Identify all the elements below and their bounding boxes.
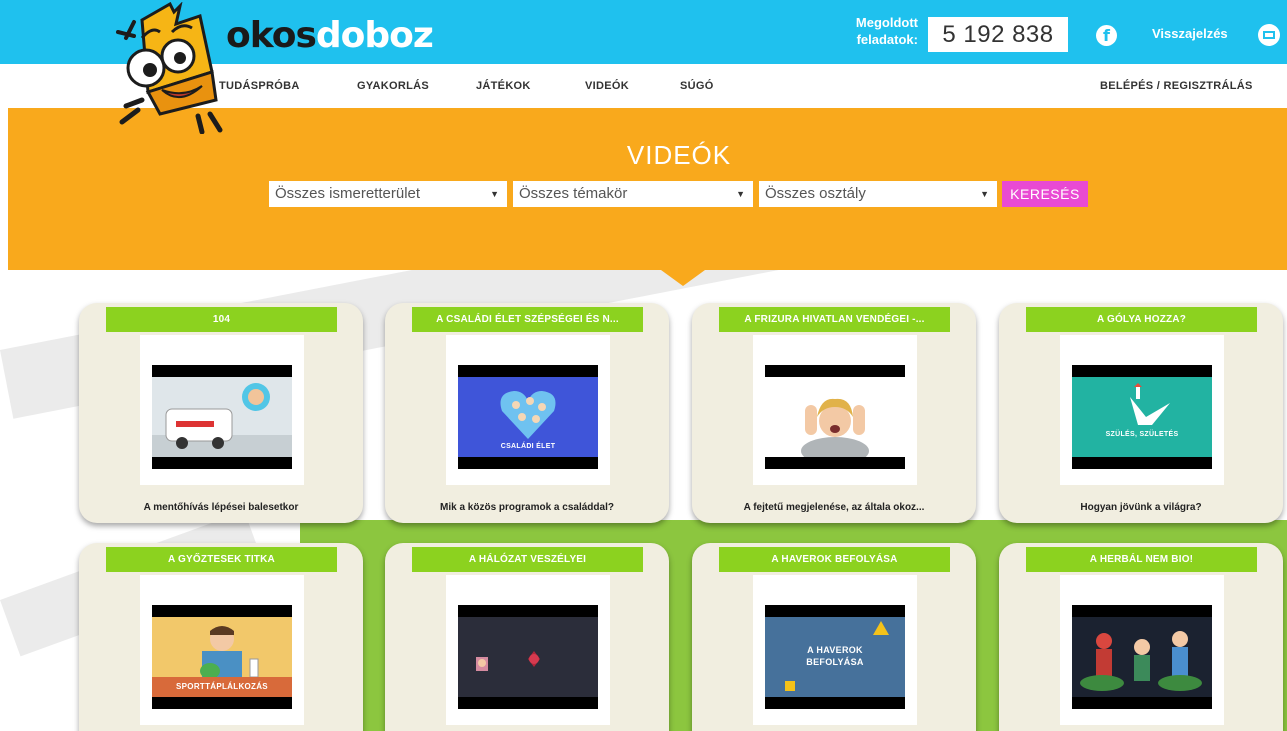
- thumbnail-caption: SZÜLÉS, SZÜLETÉS: [1105, 431, 1179, 438]
- feedback-link[interactable]: Visszajelzés: [1152, 24, 1228, 44]
- thumbnail-caption: SPORTTÁPLÁLKOZÁS: [176, 682, 268, 691]
- nav-item-sugo[interactable]: SÚGÓ: [680, 80, 714, 92]
- video-card-frame: [140, 335, 304, 485]
- mascot-image: [116, 2, 223, 134]
- video-card-title: A HÁLÓZAT VESZÉLYEI: [412, 547, 643, 572]
- video-card[interactable]: A GYŐZTESEK TITKA SPORTTÁPLÁLKOZÁS: [79, 543, 363, 731]
- logo-doboz: doboz: [315, 15, 434, 56]
- solved-label-line2: feladatok:: [856, 32, 918, 47]
- nav-item-jatekok[interactable]: JÁTÉKOK: [476, 80, 531, 92]
- grade-select[interactable]: Összes osztály ▼: [759, 181, 997, 207]
- video-card[interactable]: A HAVEROK BEFOLYÁSA A HAVEROK BEFOLYÁSA: [692, 543, 976, 731]
- video-card-frame: [1060, 575, 1224, 725]
- search-button[interactable]: KERESÉS: [1002, 181, 1088, 207]
- page-title: VIDEÓK: [626, 140, 732, 170]
- chevron-down-icon: ▼: [736, 189, 745, 199]
- video-thumbnail[interactable]: [765, 365, 905, 469]
- thumbnail-caption: CSALÁDI ÉLET: [500, 443, 556, 450]
- video-card-description: Hogyan jövünk a világra?: [1080, 502, 1202, 513]
- video-thumbnail[interactable]: SPORTTÁPLÁLKOZÁS: [152, 605, 292, 709]
- video-card-frame: SZÜLÉS, SZÜLETÉS: [1060, 335, 1224, 485]
- solved-tasks-label: Megoldott feladatok:: [808, 14, 918, 48]
- chevron-down-icon: ▼: [980, 189, 989, 199]
- video-card-frame: A HAVEROK BEFOLYÁSA: [753, 575, 917, 725]
- mail-icon[interactable]: [1258, 24, 1280, 46]
- video-card[interactable]: A HÁLÓZAT VESZÉLYEI: [385, 543, 669, 731]
- video-card-title: A GÓLYA HOZZA?: [1026, 307, 1257, 332]
- video-thumbnail[interactable]: SZÜLÉS, SZÜLETÉS: [1072, 365, 1212, 469]
- solved-tasks-counter: 5 192 838: [928, 17, 1068, 52]
- video-card-frame: [446, 575, 610, 725]
- video-card[interactable]: A HERBÁL NEM BIO!: [999, 543, 1283, 731]
- thumbnail-image: [765, 377, 905, 457]
- subject-area-value: Összes ismeretterület: [275, 185, 421, 202]
- nav-item-tudasproba[interactable]: TUDÁSPRÓBA: [219, 80, 300, 92]
- video-card-frame: CSALÁDI ÉLET: [446, 335, 610, 485]
- video-card-description: A mentőhívás lépései balesetkor: [143, 502, 299, 513]
- topic-select[interactable]: Összes témakör ▼: [513, 181, 753, 207]
- video-card-title: A HERBÁL NEM BIO!: [1026, 547, 1257, 572]
- grade-value: Összes osztály: [765, 185, 866, 202]
- video-thumbnail[interactable]: [1072, 605, 1212, 709]
- thumbnail-caption-line2: BEFOLYÁSA: [806, 657, 864, 667]
- video-card[interactable]: A FRIZURA HIVATLAN VENDÉGEI -... A fejte…: [692, 303, 976, 523]
- video-thumbnail[interactable]: [458, 605, 598, 709]
- video-card-description: Mik a közös programok a családdal?: [440, 502, 614, 513]
- video-card-frame: SPORTTÁPLÁLKOZÁS: [140, 575, 304, 725]
- video-card[interactable]: A GÓLYA HOZZA? SZÜLÉS, SZÜLETÉS Hogyan j…: [999, 303, 1283, 523]
- facebook-icon[interactable]: f: [1096, 25, 1117, 46]
- thumbnail-image: [152, 377, 292, 457]
- solved-label-line1: Megoldott: [855, 15, 918, 30]
- chevron-down-icon: ▼: [490, 189, 499, 199]
- nav-item-gyakorlas[interactable]: GYAKORLÁS: [357, 80, 429, 92]
- video-card-frame: [753, 335, 917, 485]
- subject-area-select[interactable]: Összes ismeretterület ▼: [269, 181, 507, 207]
- video-card-title: 104: [106, 307, 337, 332]
- video-card-title: A HAVEROK BEFOLYÁSA: [719, 547, 950, 572]
- thumbnail-image: [1072, 377, 1212, 457]
- video-card-description: A fejtetű megjelenése, az általa okoz...: [743, 502, 925, 513]
- thumbnail-caption-line1: A HAVEROK: [807, 645, 863, 655]
- hero-pointer: [661, 270, 705, 286]
- video-card[interactable]: A CSALÁDI ÉLET SZÉPSÉGEI ÉS N... CSALÁDI…: [385, 303, 669, 523]
- topic-value: Összes témakör: [519, 185, 628, 202]
- video-card[interactable]: 104 A mentőhívás lépései balesetkor: [79, 303, 363, 523]
- thumbnail-image: [458, 617, 598, 697]
- video-thumbnail[interactable]: [152, 365, 292, 469]
- video-card-title: A FRIZURA HIVATLAN VENDÉGEI -...: [719, 307, 950, 332]
- thumbnail-image: [1072, 617, 1212, 697]
- video-card-title: A CSALÁDI ÉLET SZÉPSÉGEI ÉS N...: [412, 307, 643, 332]
- video-thumbnail[interactable]: A HAVEROK BEFOLYÁSA: [765, 605, 905, 709]
- logo-okos: okos: [226, 15, 317, 56]
- video-card-title: A GYŐZTESEK TITKA: [106, 547, 337, 572]
- nav-item-videok[interactable]: VIDEÓK: [585, 80, 629, 92]
- logo[interactable]: okosdoboz: [226, 15, 434, 56]
- login-register-link[interactable]: BELÉPÉS / REGISZTRÁLÁS: [1100, 80, 1253, 92]
- video-thumbnail[interactable]: CSALÁDI ÉLET: [458, 365, 598, 469]
